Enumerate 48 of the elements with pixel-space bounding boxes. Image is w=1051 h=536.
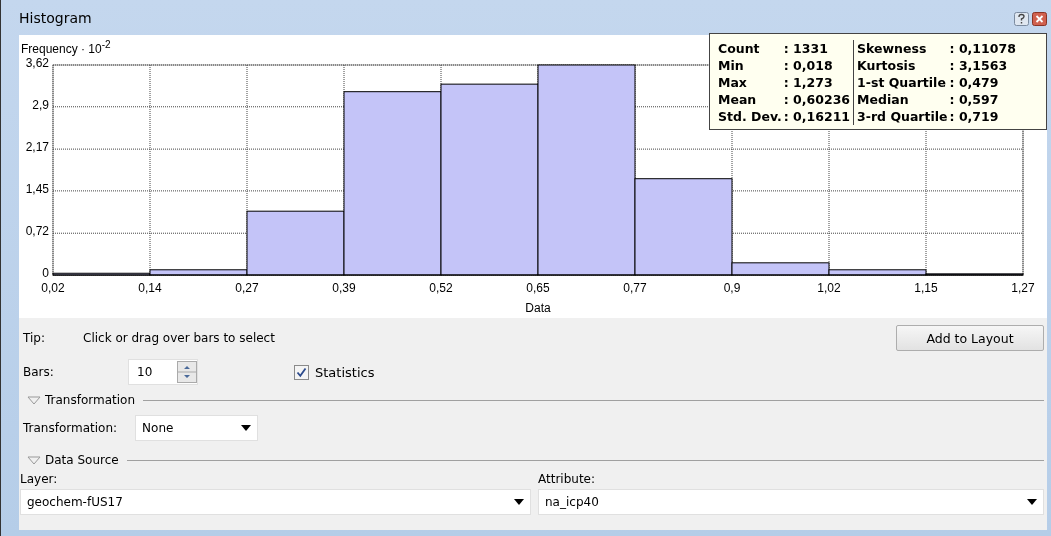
y-tick-label: 0 bbox=[42, 266, 49, 280]
transformation-label: Transformation: bbox=[23, 421, 118, 435]
x-tick-label: 1,27 bbox=[1011, 281, 1035, 295]
stat-value: : 0,018 bbox=[783, 57, 834, 74]
layer-label: Layer: bbox=[20, 472, 59, 486]
section-title: Transformation bbox=[45, 393, 136, 407]
stat-label: Max bbox=[718, 74, 748, 91]
y-tick-label: 1,45 bbox=[25, 181, 49, 196]
stat-label: 3-rd Quartile bbox=[857, 108, 948, 125]
stat-label: Kurtosis bbox=[857, 57, 917, 74]
x-tick-label: 0,9 bbox=[723, 281, 741, 295]
stat-value: : 0,597 bbox=[949, 91, 1000, 108]
window-title: Histogram bbox=[19, 9, 92, 26]
stat-label: Std. Dev. bbox=[718, 108, 782, 125]
x-tick-label: 0,65 bbox=[526, 281, 550, 295]
stat-value: : 0,11078 bbox=[949, 40, 1016, 57]
x-tick-label: 0,52 bbox=[429, 281, 453, 295]
stat-value: : 0,16211 bbox=[783, 108, 851, 125]
x-tick-label: 0,14 bbox=[138, 281, 162, 295]
stat-label: Median bbox=[857, 91, 910, 108]
stat-value: : 0,719 bbox=[949, 108, 1000, 125]
stat-label: Skewness bbox=[857, 40, 928, 57]
section-title: Data Source bbox=[45, 453, 119, 467]
axis-label: Data bbox=[525, 301, 551, 315]
y-tick-label: 0,72 bbox=[25, 224, 49, 239]
y-tick-label: 2,17 bbox=[25, 140, 49, 155]
y-tick-label: 3,62 bbox=[25, 56, 49, 70]
stat-value: : 1331 bbox=[783, 40, 829, 57]
stat-value: : 3,1563 bbox=[949, 57, 1009, 74]
checkbox-label: Statistics bbox=[315, 364, 375, 380]
x-tick-label: 0,02 bbox=[41, 281, 65, 295]
stat-value: : 1,273 bbox=[783, 74, 834, 91]
x-tick-label: 1,02 bbox=[817, 281, 841, 295]
stat-label: Min bbox=[718, 57, 745, 74]
x-tick-label: 0,27 bbox=[235, 281, 259, 295]
attribute-label: Attribute: bbox=[538, 472, 597, 486]
x-tick-label: 1,15 bbox=[914, 281, 938, 295]
stat-value: : 0,479 bbox=[949, 74, 1000, 91]
tip-text: Click or drag over bars to select bbox=[83, 331, 276, 345]
bars-label: Bars: bbox=[23, 365, 55, 379]
x-tick-label: 0,39 bbox=[332, 281, 356, 295]
stat-label: Mean bbox=[718, 91, 758, 108]
stat-label: 1-st Quartile bbox=[857, 74, 947, 91]
stat-value: : 0,60236 bbox=[783, 91, 851, 108]
x-tick-label: 0,77 bbox=[623, 281, 647, 295]
tip-label: Tip: bbox=[23, 331, 46, 345]
y-tick-label: 2,9 bbox=[32, 97, 49, 112]
stat-label: Count bbox=[718, 40, 761, 57]
